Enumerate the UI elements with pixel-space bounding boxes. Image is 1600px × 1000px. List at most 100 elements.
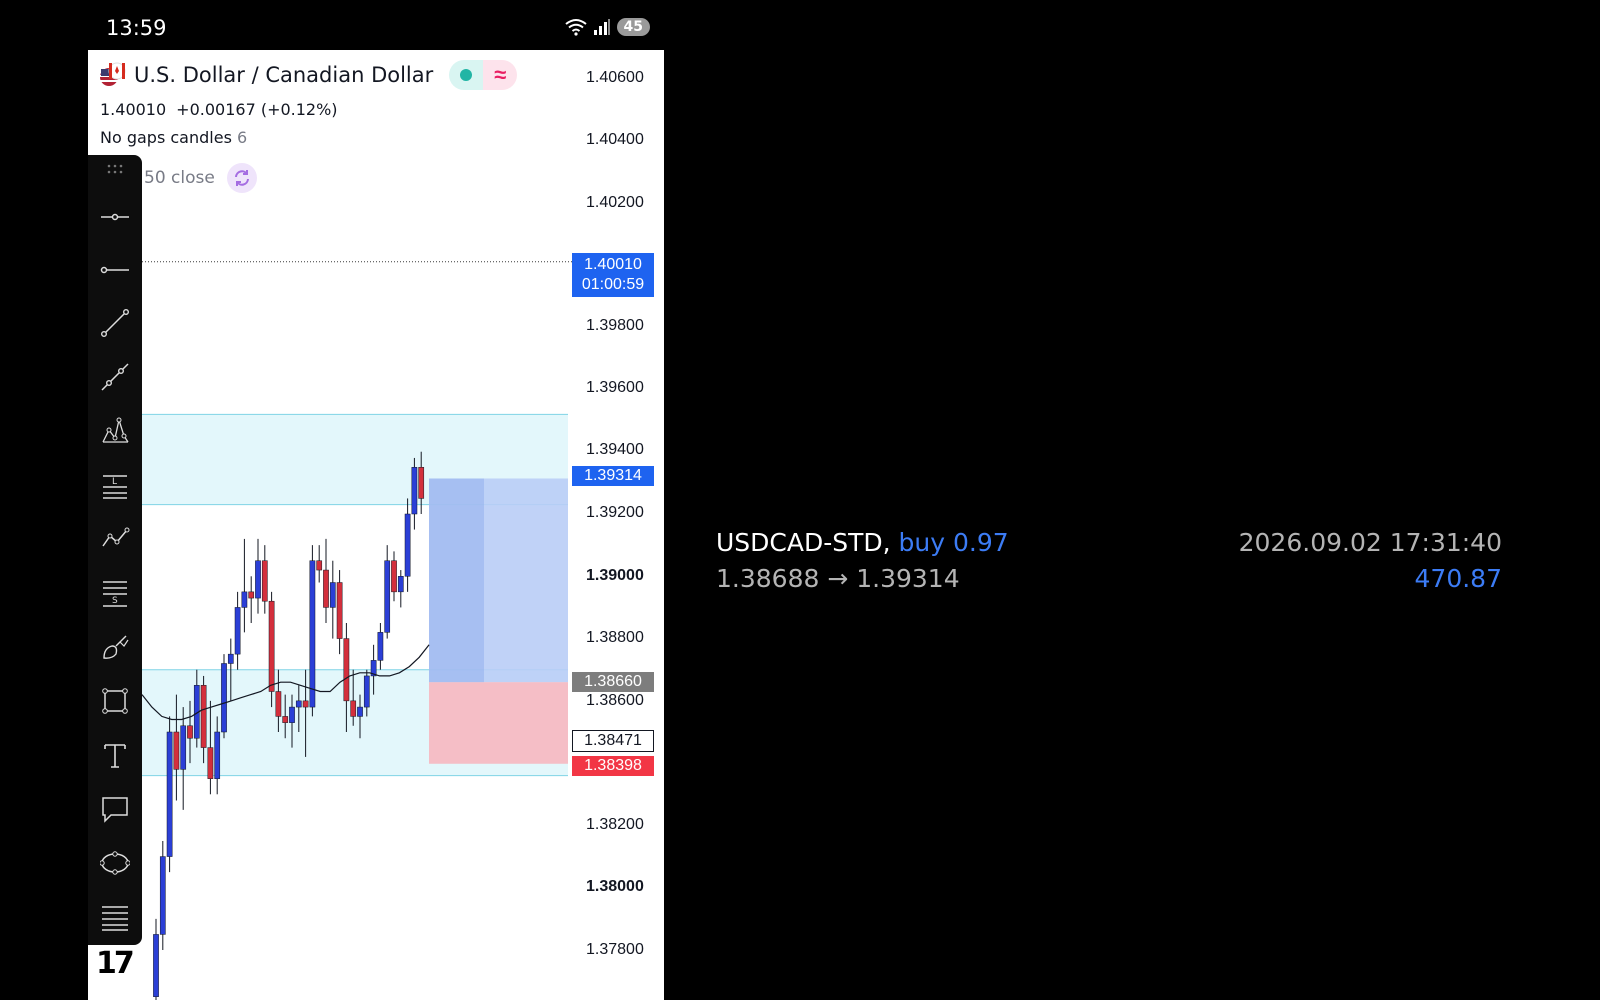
ma-legend[interactable]: 50 close [144, 163, 257, 193]
tradingview-logo: 17 [96, 946, 135, 981]
symbol-header: U.S. Dollar / Canadian Dollar ≈ 1.40010 … [100, 60, 518, 119]
usd-cad-flag-icon [100, 62, 126, 88]
indicator-legend[interactable]: No gaps candles 6 [100, 128, 247, 147]
candle [336, 582, 343, 639]
delayed-data-icon: ≈ [483, 60, 518, 90]
candle [159, 856, 166, 935]
rectangle-icon[interactable] [88, 679, 142, 723]
trade-datetime: 2026.09.02 17:31:40 [1238, 528, 1502, 557]
candle [275, 691, 282, 717]
target-price-tag: 1.39314 [572, 466, 654, 486]
candle [268, 600, 275, 692]
candle [227, 653, 234, 664]
candle [153, 934, 159, 997]
candle [316, 560, 323, 571]
drag-handle[interactable] [88, 155, 142, 189]
axis-tick: 1.38600 [586, 692, 644, 709]
candle [234, 607, 241, 655]
battery-badge: 45 [616, 18, 650, 36]
brush-icon[interactable] [88, 625, 142, 669]
axis-tick: 1.38200 [586, 816, 644, 833]
candle [309, 560, 316, 708]
trade-prices: 1.38688 → 1.39314 [716, 564, 960, 593]
market-open-icon [449, 60, 484, 90]
refresh-icon[interactable] [226, 163, 257, 193]
entry-price-tag: 1.38660 [572, 672, 654, 692]
trade-symbol: USDCAD-STD, [716, 528, 891, 557]
candle [329, 582, 336, 608]
ellipse-icon[interactable] [88, 841, 142, 885]
price-change: +0.00167 (+0.12%) [176, 100, 338, 119]
axis-tick: 1.39200 [586, 504, 644, 521]
crosshair-price-tag: 1.38471 [572, 730, 654, 752]
trade-overlay: USDCAD-STD, buy 0.97 1.38688 → 1.39314 2… [716, 528, 1502, 602]
svg-text:L: L [112, 477, 117, 487]
axis-tick: 1.40200 [586, 194, 644, 211]
forecast-icon[interactable] [88, 517, 142, 561]
candle [418, 467, 425, 499]
candle [241, 591, 248, 608]
indicator-label: No gaps candles [100, 128, 232, 147]
current-price-value: 1.40010 [584, 256, 642, 273]
candle [261, 560, 268, 602]
axis-tick: 1.39400 [586, 441, 644, 458]
candle [411, 467, 418, 515]
trade-title: USDCAD-STD, buy 0.97 [716, 528, 1009, 557]
candle [187, 725, 193, 739]
candle [221, 663, 227, 733]
horizontal-line-icon[interactable] [88, 195, 142, 239]
axis-tick: 1.40400 [586, 131, 644, 148]
symbol-name[interactable]: U.S. Dollar / Canadian Dollar [134, 63, 433, 87]
indicator-value: 6 [237, 128, 248, 147]
current-price-tag: 1.40010 01:00:59 [572, 253, 654, 297]
signal-icon [593, 19, 610, 35]
last-price: 1.40010 [100, 100, 167, 119]
candle [180, 725, 187, 770]
extended-line-icon[interactable] [88, 355, 142, 399]
candle [295, 700, 302, 708]
ma-label: 50 close [144, 168, 215, 188]
long-position-icon[interactable]: L [88, 463, 142, 507]
status-time: 13:59 [106, 16, 167, 40]
axis-tick: 1.40600 [586, 69, 644, 86]
text-icon[interactable] [88, 733, 142, 777]
chart-panel[interactable]: U.S. Dollar / Canadian Dollar ≈ 1.40010 … [88, 50, 664, 1000]
candle [397, 576, 404, 593]
pattern-icon[interactable] [88, 409, 142, 453]
stop-price-tag: 1.38398 [572, 756, 654, 776]
loss-area [429, 682, 568, 764]
candle [323, 569, 329, 608]
fib-icon[interactable] [88, 895, 142, 939]
status-icons: 45 [564, 18, 650, 36]
candle [200, 685, 207, 748]
svg-text:S: S [112, 596, 118, 606]
candle [173, 731, 180, 770]
axis-tick: 1.37800 [586, 941, 644, 958]
candle [391, 560, 397, 593]
axis-tick: 1.39000 [586, 567, 644, 584]
callout-icon[interactable] [88, 787, 142, 831]
candle [357, 706, 363, 717]
axis-tick: 1.39800 [586, 317, 644, 334]
bar-countdown: 01:00:59 [581, 276, 645, 293]
wifi-icon [564, 19, 587, 36]
candle [255, 560, 261, 599]
candle [166, 731, 173, 857]
candle [207, 747, 214, 779]
axis-tick: 1.38800 [586, 629, 644, 646]
short-position-icon[interactable]: S [88, 571, 142, 615]
candle [404, 513, 411, 577]
market-status-pill[interactable]: ≈ [449, 60, 518, 90]
candle [214, 731, 221, 779]
candle [343, 638, 350, 702]
trend-line-icon[interactable] [88, 301, 142, 345]
candle [363, 675, 370, 708]
candle [302, 700, 309, 708]
status-bar: 13:59 45 [88, 12, 664, 46]
candle [384, 560, 391, 633]
drawing-toolbar: LS [88, 155, 142, 945]
price-row: 1.40010 +0.00167 (+0.12%) [100, 100, 517, 119]
axis-tick: 1.38000 [586, 878, 644, 895]
horizontal-ray-icon[interactable] [88, 248, 142, 292]
candle [248, 591, 255, 599]
